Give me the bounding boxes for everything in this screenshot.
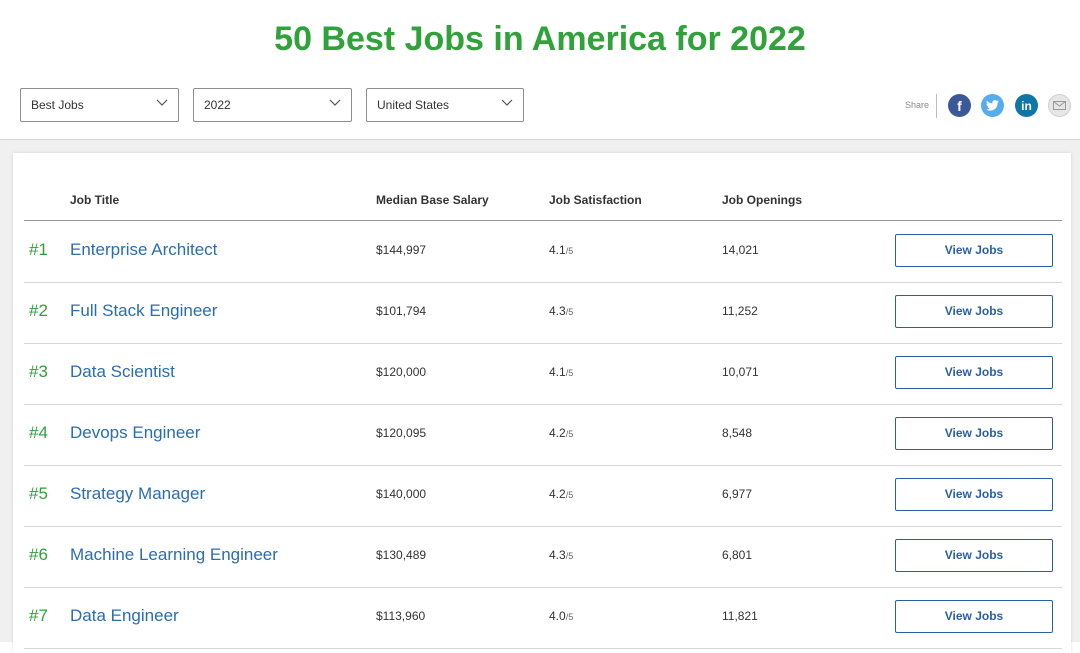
- header-job-openings: Job Openings: [722, 193, 803, 207]
- satisfaction-scale: /5: [565, 612, 574, 622]
- job-openings: 11,821: [722, 609, 758, 623]
- facebook-glyph: f: [957, 97, 962, 114]
- satisfaction-scale: /5: [565, 551, 574, 561]
- satisfaction-score: 4.1: [549, 365, 566, 379]
- view-jobs-button[interactable]: View Jobs: [895, 234, 1053, 267]
- median-salary: $120,000: [376, 365, 427, 379]
- chevron-down-icon: [156, 99, 168, 106]
- table-row: #5 Strategy Manager $140,000 4.2/5 6,977 View…: [24, 465, 1062, 527]
- header-job-satisfaction: Job Satisfaction: [549, 193, 642, 207]
- chevron-down-icon: [329, 99, 341, 106]
- satisfaction-scale: /5: [565, 368, 574, 378]
- satisfaction-score: 4.3: [549, 304, 566, 318]
- job-title-link[interactable]: Devops Engineer: [70, 423, 200, 443]
- job-satisfaction: 4.0/5: [549, 609, 573, 623]
- job-rank: #3: [29, 362, 48, 381]
- share-divider: [936, 94, 937, 118]
- facebook-icon[interactable]: f: [948, 94, 971, 117]
- table-row: #3 Data Scientist $120,000 4.1/5 10,071 View …: [24, 343, 1062, 405]
- job-rank: #7: [29, 606, 48, 625]
- country-value: United States: [377, 98, 450, 112]
- email-icon[interactable]: [1048, 94, 1071, 117]
- job-title-link[interactable]: Enterprise Architect: [70, 240, 217, 260]
- job-title-link[interactable]: Machine Learning Engineer: [70, 545, 278, 565]
- table-row: #1 Enterprise Architect $144,997 4.1/5 14,02…: [24, 221, 1062, 283]
- header-job-title: Job Title: [70, 193, 120, 207]
- job-rank: #2: [29, 301, 48, 320]
- job-category-dropdown[interactable]: Best Jobs: [20, 88, 179, 122]
- job-satisfaction: 4.2/5: [549, 487, 573, 501]
- job-title-link[interactable]: Data Scientist: [70, 362, 175, 382]
- satisfaction-score: 4.3: [549, 548, 566, 562]
- job-openings: 14,021: [722, 243, 759, 257]
- satisfaction-scale: /5: [565, 246, 574, 256]
- job-title-link[interactable]: Full Stack Engineer: [70, 301, 217, 321]
- view-jobs-button[interactable]: View Jobs: [895, 539, 1053, 572]
- table-row: #2 Full Stack Engineer $101,794 4.3/5 11,252…: [24, 282, 1062, 344]
- job-satisfaction: 4.3/5: [549, 304, 573, 318]
- job-title-link[interactable]: Data Engineer: [70, 606, 179, 626]
- satisfaction-scale: /5: [565, 307, 574, 317]
- job-satisfaction: 4.3/5: [549, 548, 573, 562]
- view-jobs-button[interactable]: View Jobs: [895, 417, 1053, 450]
- table-row: #6 Machine Learning Engineer $130,489 4.3/5…: [24, 526, 1062, 588]
- share-label: Share: [905, 100, 930, 110]
- job-openings: 11,252: [722, 304, 758, 318]
- median-salary: $101,794: [376, 304, 427, 318]
- median-salary: $113,960: [376, 609, 426, 623]
- job-satisfaction: 4.1/5: [549, 243, 573, 257]
- job-openings: 6,801: [722, 548, 753, 562]
- view-jobs-button[interactable]: View Jobs: [895, 600, 1053, 633]
- linkedin-glyph: in: [1021, 98, 1032, 113]
- twitter-bird: [986, 100, 999, 111]
- view-jobs-button[interactable]: View Jobs: [895, 295, 1053, 328]
- median-salary: $140,000: [376, 487, 427, 501]
- median-salary: $144,997: [376, 243, 427, 257]
- satisfaction-scale: /5: [565, 490, 574, 500]
- job-rank: #4: [29, 423, 48, 442]
- job-rank: #6: [29, 545, 48, 564]
- satisfaction-scale: /5: [565, 429, 574, 439]
- median-salary: $120,095: [376, 426, 427, 440]
- year-dropdown[interactable]: 2022: [193, 88, 352, 122]
- satisfaction-score: 4.2: [549, 487, 566, 501]
- table-row: #4 Devops Engineer $120,095 4.2/5 8,548 View …: [24, 404, 1062, 466]
- median-salary: $130,489: [376, 548, 427, 562]
- job-openings: 8,548: [722, 426, 753, 440]
- country-dropdown[interactable]: United States: [366, 88, 524, 122]
- satisfaction-score: 4.2: [549, 426, 566, 440]
- job-rank: #1: [29, 240, 48, 259]
- year-value: 2022: [204, 98, 231, 112]
- header-median-salary: Median Base Salary: [376, 193, 489, 207]
- envelope-glyph: [1053, 101, 1066, 110]
- view-jobs-button[interactable]: View Jobs: [895, 478, 1053, 511]
- job-satisfaction: 4.2/5: [549, 426, 573, 440]
- job-openings: 10,071: [722, 365, 759, 379]
- job-title-link[interactable]: Strategy Manager: [70, 484, 205, 504]
- job-satisfaction: 4.1/5: [549, 365, 573, 379]
- chevron-down-icon: [501, 99, 513, 106]
- job-openings: 6,977: [722, 487, 753, 501]
- twitter-icon[interactable]: [981, 94, 1004, 117]
- page-title: 50 Best Jobs in America for 2022: [274, 20, 806, 58]
- satisfaction-score: 4.1: [549, 243, 566, 257]
- job-rank: #5: [29, 484, 48, 503]
- job-category-value: Best Jobs: [31, 98, 84, 112]
- linkedin-icon[interactable]: in: [1015, 94, 1038, 117]
- satisfaction-score: 4.0: [549, 609, 566, 623]
- table-row: #7 Data Engineer $113,960 4.0/5 11,821 View J…: [24, 587, 1062, 649]
- view-jobs-button[interactable]: View Jobs: [895, 356, 1053, 389]
